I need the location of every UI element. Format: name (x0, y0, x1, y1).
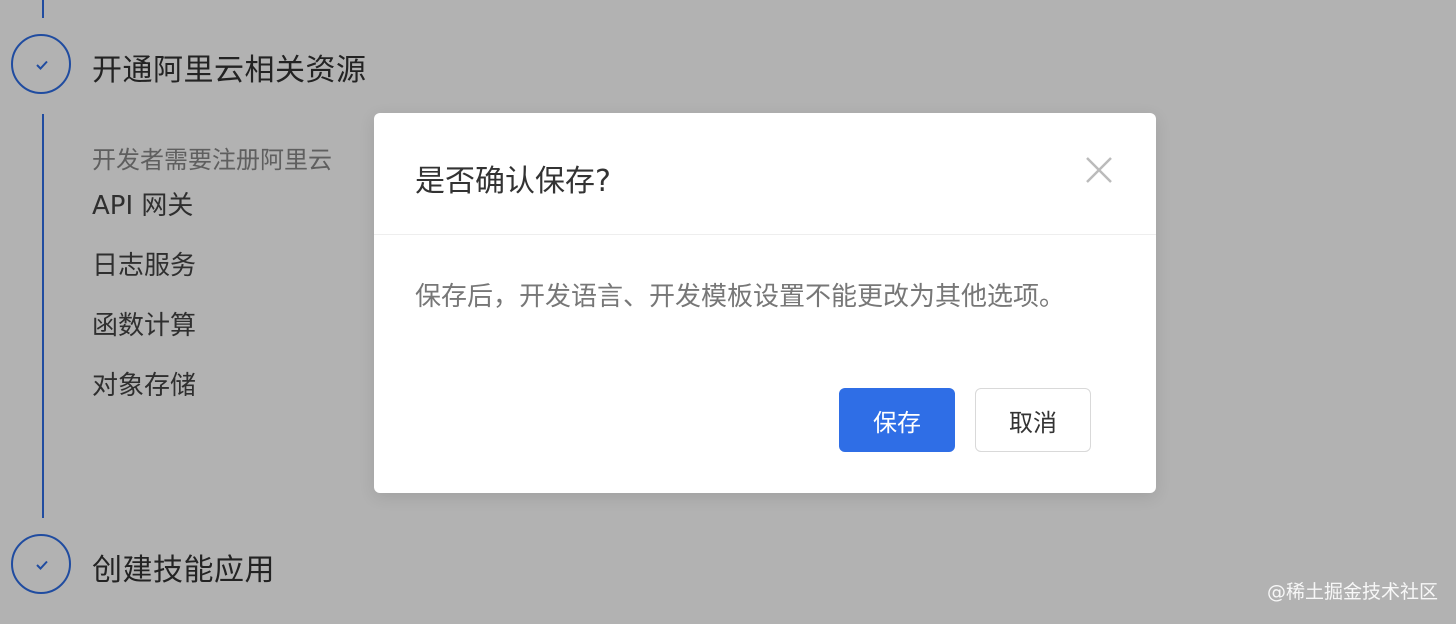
cancel-button[interactable]: 取消 (975, 388, 1091, 452)
dialog-message: 保存后，开发语言、开发模板设置不能更改为其他选项。 (415, 282, 1066, 312)
dialog-title: 是否确认保存? (415, 164, 611, 199)
dialog-header: 是否确认保存? (374, 113, 1156, 235)
close-icon (1086, 157, 1112, 183)
watermark: @稀土掘金技术社区 (1266, 581, 1438, 603)
save-button[interactable]: 保存 (839, 388, 955, 452)
confirm-dialog: 是否确认保存? 保存后，开发语言、开发模板设置不能更改为其他选项。 保存 取消 (374, 113, 1156, 493)
close-button[interactable] (1082, 153, 1116, 187)
